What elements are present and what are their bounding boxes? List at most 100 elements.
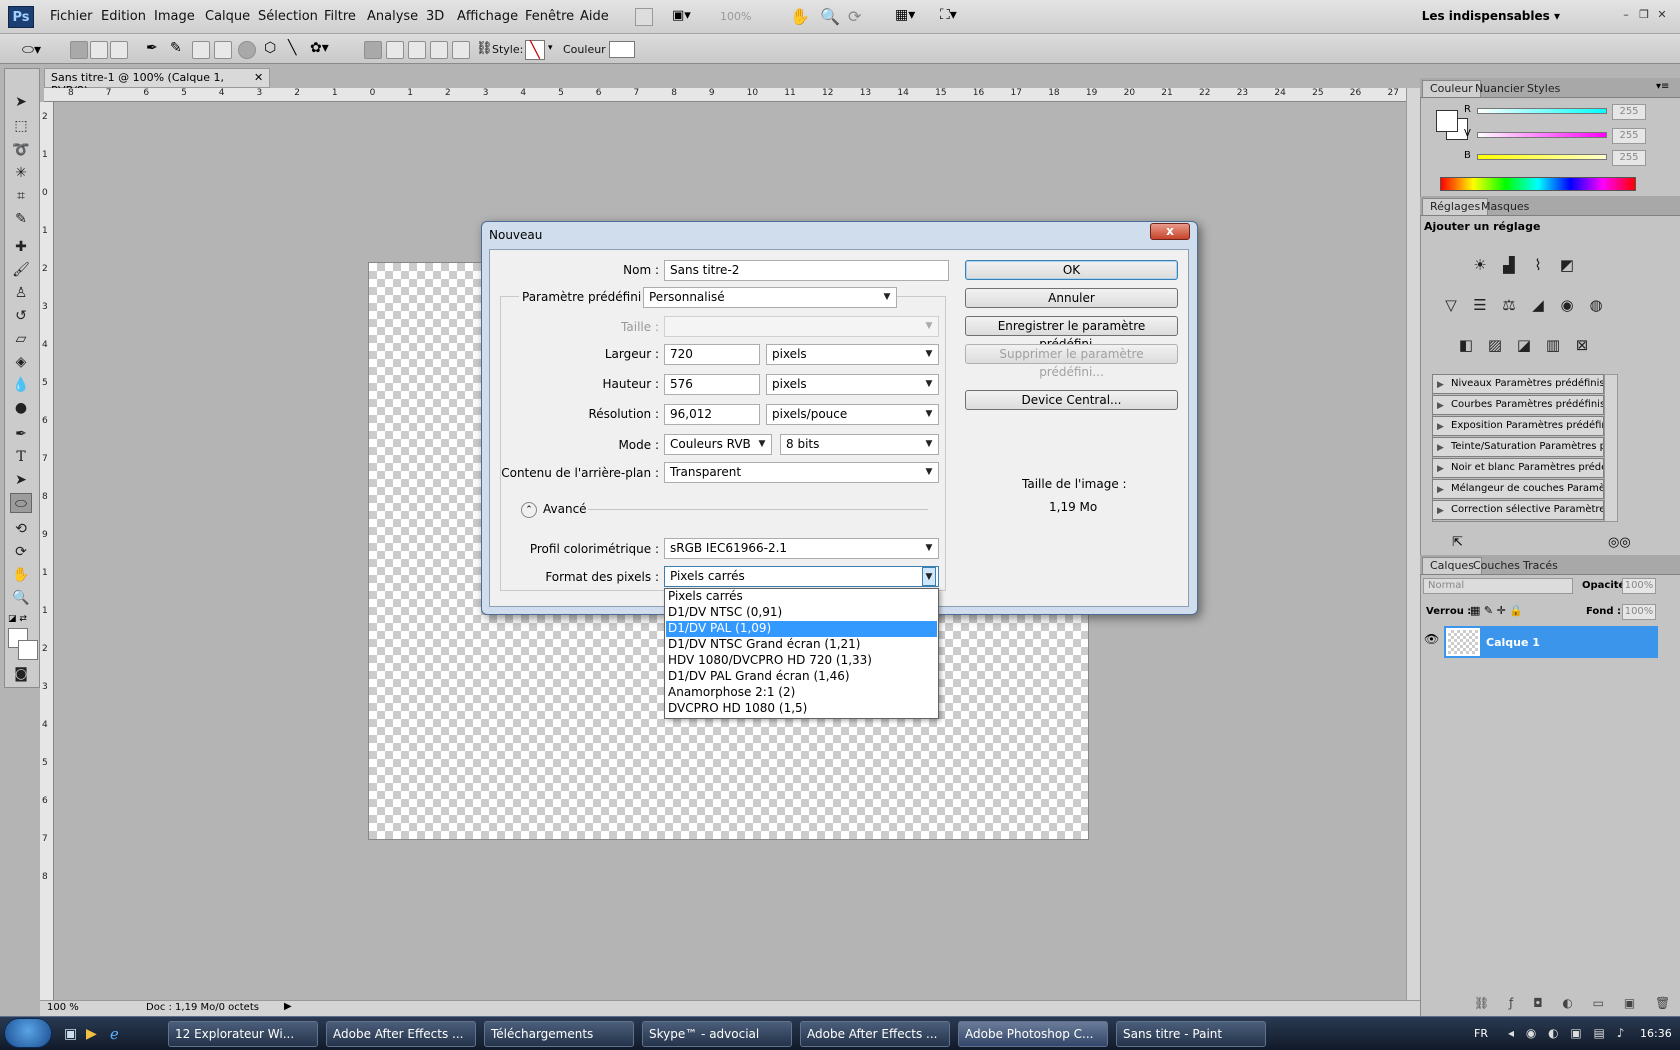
paint-bucket-icon[interactable]: ◈ — [10, 352, 32, 372]
close-icon[interactable]: ✕ — [1654, 8, 1670, 24]
clone-stamp-icon[interactable]: ♙ — [10, 283, 32, 303]
start-button[interactable] — [4, 1018, 52, 1048]
eyedropper-icon[interactable]: ✎ — [10, 209, 32, 229]
minimize-icon[interactable]: – — [1618, 8, 1634, 24]
lasso-tool-icon[interactable]: ➰ — [10, 140, 32, 160]
menu-selection[interactable]: Sélection — [258, 9, 318, 24]
show-desktop-icon[interactable]: ▣ — [64, 1026, 77, 1042]
chevron-down-icon[interactable]: ▼ — [880, 288, 894, 307]
invert-icon[interactable]: ◧ — [1455, 334, 1477, 356]
menu-fenetre[interactable]: Fenêtre — [525, 9, 574, 24]
expand-arrow-icon[interactable]: ▶ — [1437, 443, 1444, 453]
zoom-tool-icon[interactable]: 🔍 — [10, 588, 32, 608]
chevron-down-icon[interactable]: ▾ — [548, 43, 553, 53]
type-tool-icon[interactable]: T — [10, 447, 32, 467]
expand-arrow-icon[interactable]: ▶ — [1437, 506, 1444, 516]
taskbar-item[interactable]: Adobe After Effects ... — [800, 1021, 950, 1047]
magic-wand-icon[interactable]: ✳ — [10, 163, 32, 183]
menu-filtre[interactable]: Filtre — [324, 9, 356, 24]
close-icon[interactable]: x — [1150, 223, 1190, 240]
panel-menu-icon[interactable]: ▾≡ — [1656, 81, 1669, 92]
ellipse-tool-icon[interactable]: ⬭ — [10, 493, 32, 513]
dropdown-option[interactable]: D1/DV PAL Grand écran (1,46) — [666, 669, 937, 685]
ellipse-tool-preset-icon[interactable]: ⬭▾ — [22, 42, 41, 58]
brightness-icon[interactable]: ☀ — [1469, 254, 1491, 276]
brush-tool-icon[interactable]: 🖌 — [10, 260, 32, 280]
save-preset-button[interactable]: Enregistrer le paramètre prédéfini... — [965, 316, 1178, 351]
layer-name[interactable]: Calque 1 — [1486, 636, 1540, 649]
rounded-rect-button[interactable] — [214, 41, 232, 59]
vertical-scrollbar[interactable] — [1406, 88, 1420, 1000]
vertical-ruler[interactable]: 2 1 0 1 2 3 4 5 6 7 8 9 1 1 2 3 4 5 6 7 8 — [40, 102, 54, 1000]
presets-scrollbar[interactable] — [1604, 374, 1618, 522]
taskbar-item-active[interactable]: Adobe Photoshop C... — [958, 1021, 1108, 1047]
taskbar-item[interactable]: Adobe After Effects ... — [326, 1021, 476, 1047]
cancel-button[interactable]: Annuler — [965, 288, 1178, 308]
polygon-icon[interactable]: ⬡ — [264, 40, 276, 56]
tab-traces[interactable]: Tracés — [1516, 559, 1565, 572]
expand-arrow-icon[interactable]: ▶ — [1437, 380, 1444, 390]
close-icon[interactable]: ✕ — [254, 71, 263, 84]
list-item[interactable]: Correction sélective Paramètres ... — [1432, 500, 1604, 520]
zoom-tool-icon[interactable]: 🔍 — [820, 7, 840, 26]
dropdown-option[interactable]: D1/DV NTSC (0,91) — [666, 605, 937, 621]
selective-color-icon[interactable]: ⊠ — [1571, 334, 1593, 356]
menu-3d[interactable]: 3D — [426, 9, 444, 24]
blend-mode-select[interactable]: Normal — [1423, 578, 1573, 594]
horizontal-ruler[interactable]: 8 7 6 5 4 3 2 1 0 1 2 3 4 5 6 7 8 9 10 11 12 13 14 15 16 17 18 19 20… — [44, 88, 1406, 102]
layer-actions-icons[interactable]: ⛓ ƒ ◘ ◐ ▭ ▣ 🗑 — [1474, 996, 1678, 1010]
dropdown-option[interactable]: Pixels carrés — [666, 589, 937, 605]
chevron-down-icon[interactable]: ▼ — [922, 435, 936, 454]
levels-icon[interactable]: ▟ — [1498, 254, 1520, 276]
line-icon[interactable]: ╲ — [288, 40, 296, 56]
ie-icon[interactable]: ℯ — [110, 1025, 119, 1043]
crop-tool-icon[interactable]: ⌗ — [10, 186, 32, 206]
arrange-documents-icon[interactable]: ▦▾ — [895, 7, 915, 23]
pixel-format-select[interactable]: Pixels carrés — [664, 566, 939, 587]
chevron-down-icon[interactable]: ▼ — [755, 435, 769, 454]
taskbar-item[interactable]: Téléchargements — [484, 1021, 634, 1047]
menu-image[interactable]: Image — [154, 9, 195, 24]
style-swatch[interactable]: ╲ — [525, 40, 545, 60]
paths-button[interactable] — [90, 41, 108, 59]
channel-mixer-icon[interactable]: ◍ — [1585, 294, 1607, 316]
intersect-shape-button[interactable] — [430, 41, 448, 59]
dropdown-option[interactable]: DVCPRO HD 1080 (1,5) — [666, 701, 937, 717]
color-swatch[interactable] — [609, 41, 635, 58]
pen-tool-icon[interactable]: ✒ — [146, 40, 158, 56]
hand-tool-icon[interactable]: ✋ — [790, 7, 810, 26]
eye-icon[interactable]: 👁 — [1424, 632, 1439, 646]
list-item[interactable]: Noir et blanc Paramètres prédéfi... — [1432, 458, 1604, 478]
screen-mode-icon[interactable]: ⛶▾ — [940, 7, 957, 23]
color-balance-icon[interactable]: ⚖ — [1498, 294, 1520, 316]
tab-styles[interactable]: Styles — [1520, 82, 1567, 95]
return-to-list-icon[interactable]: ⇱ — [1452, 535, 1463, 550]
chevron-down-icon[interactable]: ▼ — [922, 375, 936, 394]
zoom-field[interactable]: 100 % — [47, 1002, 79, 1013]
channel-v-value[interactable]: 255 — [1612, 128, 1646, 144]
largeur-unit-select[interactable]: pixels — [766, 344, 939, 365]
eraser-icon[interactable]: ▱ — [10, 329, 32, 349]
quick-mask-icon[interactable]: ◙ — [10, 664, 32, 684]
path-selection-icon[interactable]: ➤ — [10, 470, 32, 490]
pen-tool-icon[interactable]: ✒ — [10, 424, 32, 444]
dropdown-option-selected[interactable]: D1/DV PAL (1,09) — [666, 621, 937, 637]
photoshop-logo-icon[interactable]: Ps — [8, 6, 34, 28]
black-white-icon[interactable]: ◢ — [1527, 294, 1549, 316]
color-spectrum[interactable] — [1440, 177, 1636, 191]
list-item[interactable]: Teinte/Saturation Paramètres pr... — [1432, 437, 1604, 457]
history-brush-icon[interactable]: ↺ — [10, 306, 32, 326]
gradient-map-icon[interactable]: ▥ — [1542, 334, 1564, 356]
slider-v[interactable] — [1477, 132, 1607, 138]
3d-rotate-icon[interactable]: ⟲ — [10, 519, 32, 539]
chevron-down-icon[interactable]: ▼ — [922, 539, 936, 558]
exposure-icon[interactable]: ◩ — [1556, 254, 1578, 276]
freeform-pen-icon[interactable]: ✎ — [170, 40, 182, 56]
menu-edition[interactable]: Edition — [101, 9, 146, 24]
preset-select[interactable]: Personnalisé — [643, 287, 897, 308]
3d-orbit-icon[interactable]: ⟳ — [10, 542, 32, 562]
dropdown-option[interactable]: Anamorphose 2:1 (2) — [666, 685, 937, 701]
channel-r-value[interactable]: 255 — [1612, 104, 1646, 120]
slider-r[interactable] — [1477, 108, 1607, 114]
chevron-down-icon[interactable]: ▼ — [922, 463, 936, 482]
